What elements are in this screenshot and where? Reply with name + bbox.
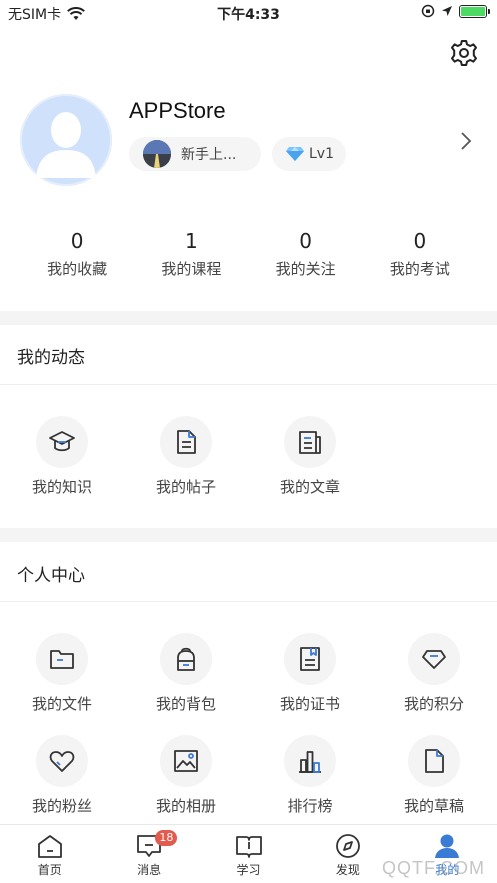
- grid-item-points[interactable]: 我的积分: [372, 633, 496, 714]
- grid-item-ranking[interactable]: 排行榜: [248, 735, 372, 816]
- stat-favorites[interactable]: 0 我的收藏: [20, 228, 134, 279]
- certificate-icon: [284, 633, 336, 685]
- stat-courses[interactable]: 1 我的课程: [134, 228, 248, 279]
- rank-chip[interactable]: 新手上...: [129, 137, 261, 171]
- tab-messages[interactable]: 18 消息: [99, 825, 198, 883]
- battery-icon: [459, 4, 490, 18]
- tab-label: 发现: [335, 863, 360, 877]
- tab-label: 首页: [37, 863, 62, 877]
- grid-item-drafts[interactable]: 我的草稿: [372, 735, 496, 816]
- level-chip[interactable]: Lv1: [272, 137, 346, 171]
- location-icon: [442, 6, 452, 16]
- stats-row: 0 我的收藏 1 我的课程 0 我的关注 0 我的考试: [20, 228, 477, 279]
- orientation-lock-icon: [421, 4, 435, 18]
- stat-exams[interactable]: 0 我的考试: [363, 228, 477, 279]
- grid-label: 我的文章: [279, 478, 340, 496]
- rank-label: 新手上...: [181, 147, 237, 163]
- grid-item-certificates[interactable]: 我的证书: [248, 633, 372, 714]
- section-separator: [0, 311, 497, 325]
- backpack-icon: [160, 633, 212, 685]
- grid-label: 我的积分: [403, 695, 464, 713]
- stat-value: 1: [185, 229, 198, 253]
- stat-value: 0: [413, 229, 427, 253]
- username: APPStore: [129, 98, 226, 123]
- grid-label: 排行榜: [287, 797, 333, 815]
- stat-value: 0: [299, 229, 312, 253]
- section-title-personal: 个人中心: [17, 566, 85, 586]
- stat-label: 我的收藏: [47, 260, 108, 278]
- unread-badge: 18: [155, 830, 178, 846]
- heart-icon: [36, 735, 88, 787]
- draft-icon: [408, 735, 460, 787]
- gear-icon[interactable]: [449, 38, 479, 68]
- article-icon: [284, 416, 336, 468]
- level-label: Lv1: [309, 146, 334, 162]
- grid-label: 我的草稿: [403, 797, 464, 815]
- grid-label: 我的相册: [155, 797, 216, 815]
- grid-label: 我的证书: [279, 695, 340, 713]
- grid-item-posts[interactable]: 我的帖子: [124, 416, 248, 497]
- watermark: QQTF.COM: [382, 858, 485, 878]
- stat-value: 0: [70, 229, 84, 253]
- compass-icon: [336, 834, 360, 858]
- chevron-right-icon[interactable]: [459, 130, 473, 152]
- grid-label: 我的文件: [31, 695, 92, 713]
- stat-label: 我的考试: [389, 260, 450, 278]
- divider: [0, 384, 497, 385]
- user-icon: [435, 834, 460, 858]
- diamond-level-icon: [286, 147, 304, 161]
- ranking-icon: [284, 735, 336, 787]
- stat-following[interactable]: 0 我的关注: [249, 228, 363, 279]
- personal-grid-row-1: 我的文件 我的背包 我的证书 我的积分: [0, 633, 497, 714]
- grid-item-fans[interactable]: 我的粉丝: [0, 735, 124, 816]
- book-icon: [235, 836, 262, 858]
- status-bar: 无SIM卡 下午4:33: [0, 0, 497, 26]
- stat-label: 我的关注: [275, 260, 336, 278]
- tab-label: 学习: [236, 863, 261, 877]
- grid-item-backpack[interactable]: 我的背包: [124, 633, 248, 714]
- grid-item-files[interactable]: 我的文件: [0, 633, 124, 714]
- photo-icon: [160, 735, 212, 787]
- road-badge-icon: [143, 140, 171, 168]
- grid-label: 我的背包: [155, 695, 216, 713]
- grid-item-articles[interactable]: 我的文章: [248, 416, 372, 497]
- section-title-dynamics: 我的动态: [17, 348, 85, 368]
- tab-home[interactable]: 首页: [0, 825, 99, 883]
- grid-item-knowledge[interactable]: 我的知识: [0, 416, 124, 497]
- personal-grid-row-2: 我的粉丝 我的相册 排行榜 我的草稿: [0, 735, 497, 816]
- document-icon: [160, 416, 212, 468]
- grid-label: 我的帖子: [155, 478, 216, 496]
- stat-label: 我的课程: [161, 260, 222, 278]
- grid-label: 我的粉丝: [31, 797, 92, 815]
- profile-header[interactable]: APPStore 新手上... Lv1: [0, 94, 497, 190]
- section-separator: [0, 528, 497, 542]
- tab-label: 消息: [137, 863, 162, 877]
- dynamics-grid: 我的知识 我的帖子 我的文章: [0, 416, 497, 497]
- graduation-cap-icon: [36, 416, 88, 468]
- home-icon: [37, 835, 62, 858]
- divider: [0, 601, 497, 602]
- tab-study[interactable]: 学习: [199, 825, 298, 883]
- avatar[interactable]: [20, 94, 112, 186]
- grid-label: 我的知识: [31, 478, 92, 496]
- grid-item-photos[interactable]: 我的相册: [124, 735, 248, 816]
- diamond-icon: [408, 633, 460, 685]
- folder-icon: [36, 633, 88, 685]
